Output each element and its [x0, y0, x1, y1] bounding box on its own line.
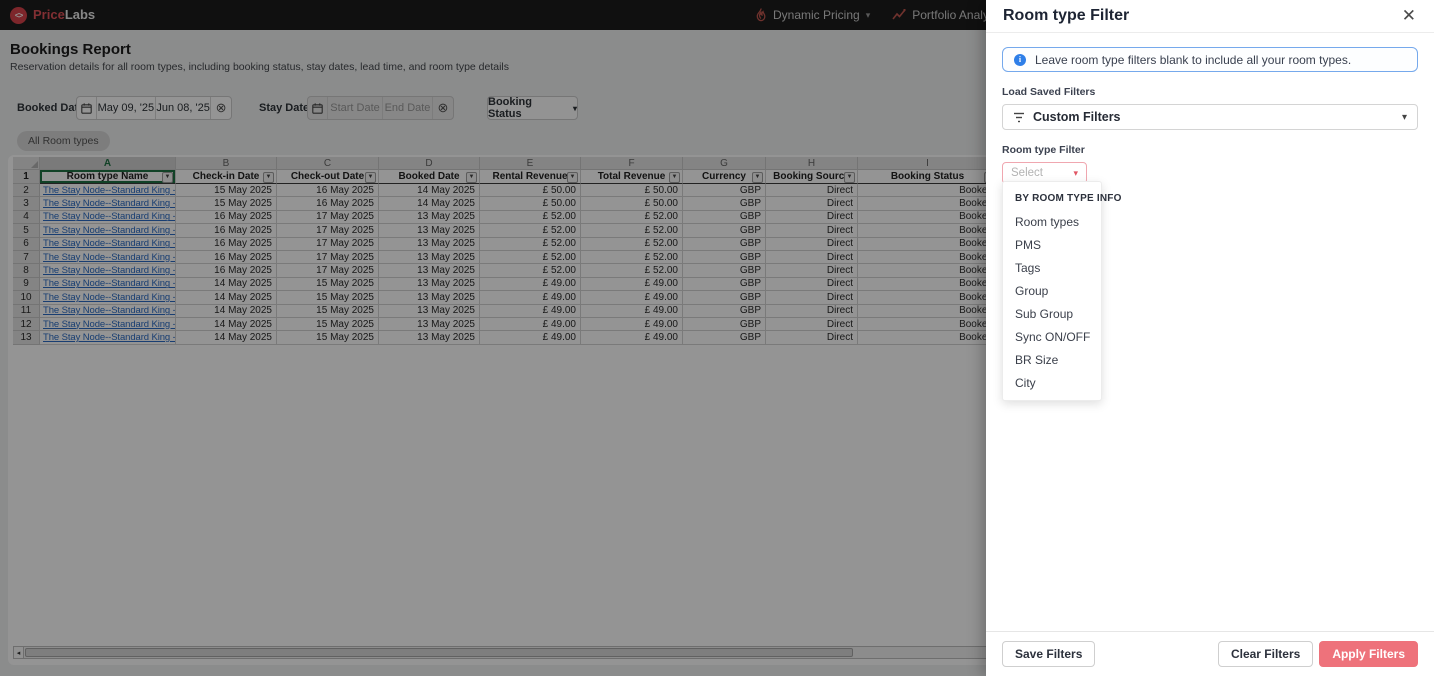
- menu-item-br-size[interactable]: BR Size: [1003, 348, 1101, 371]
- menu-item-tags[interactable]: Tags: [1003, 256, 1101, 279]
- room-type-filter-panel: Room type Filter ✕ i Leave room type fil…: [986, 0, 1434, 676]
- panel-header: Room type Filter ✕: [986, 0, 1434, 33]
- info-icon: i: [1014, 53, 1026, 66]
- app-screen: <> PriceLabs Dynamic Pricing ▾ Portfolio…: [0, 0, 1434, 676]
- room-type-select-menu: BY ROOM TYPE INFO Room types PMS Tags Group…: [1002, 181, 1122, 401]
- load-saved-filters-label: Load Saved Filters: [1002, 86, 1096, 98]
- menu-item-sync-on-off[interactable]: Sync ON/OFF: [1003, 325, 1101, 348]
- saved-filters-dropdown[interactable]: Custom Filters ▾: [1002, 104, 1418, 130]
- clear-filters-button[interactable]: Clear Filters: [1217, 641, 1314, 667]
- select-placeholder: Select: [1011, 167, 1043, 179]
- chevron-down-icon: ▾: [1073, 167, 1078, 178]
- chevron-down-icon: ▾: [1401, 111, 1407, 123]
- filter-funnel-icon: [1014, 112, 1024, 122]
- menu-item-sub-group[interactable]: Sub Group: [1003, 302, 1101, 325]
- close-icon[interactable]: ✕: [1398, 4, 1420, 28]
- save-filters-button[interactable]: Save Filters: [1002, 641, 1096, 667]
- panel-body: i Leave room type filters blank to inclu…: [986, 47, 1434, 401]
- menu-item-room-types[interactable]: Room types: [1003, 210, 1101, 233]
- menu-item-pms[interactable]: PMS: [1003, 233, 1101, 256]
- apply-filters-button[interactable]: Apply Filters: [1319, 641, 1418, 667]
- panel-footer: Save Filters Clear Filters Apply Filters: [986, 631, 1434, 676]
- info-banner: i Leave room type filters blank to inclu…: [1002, 47, 1418, 72]
- saved-filters-value: Custom Filters: [1033, 110, 1121, 124]
- menu-item-group[interactable]: Group: [1003, 279, 1101, 302]
- panel-title: Room type Filter: [1003, 7, 1130, 24]
- menu-item-city[interactable]: City: [1003, 371, 1101, 394]
- room-type-filter-label: Room type Filter: [1002, 144, 1085, 156]
- menu-group-header: BY ROOM TYPE INFO: [1015, 193, 1122, 204]
- info-banner-text: Leave room type filters blank to include…: [1035, 52, 1352, 67]
